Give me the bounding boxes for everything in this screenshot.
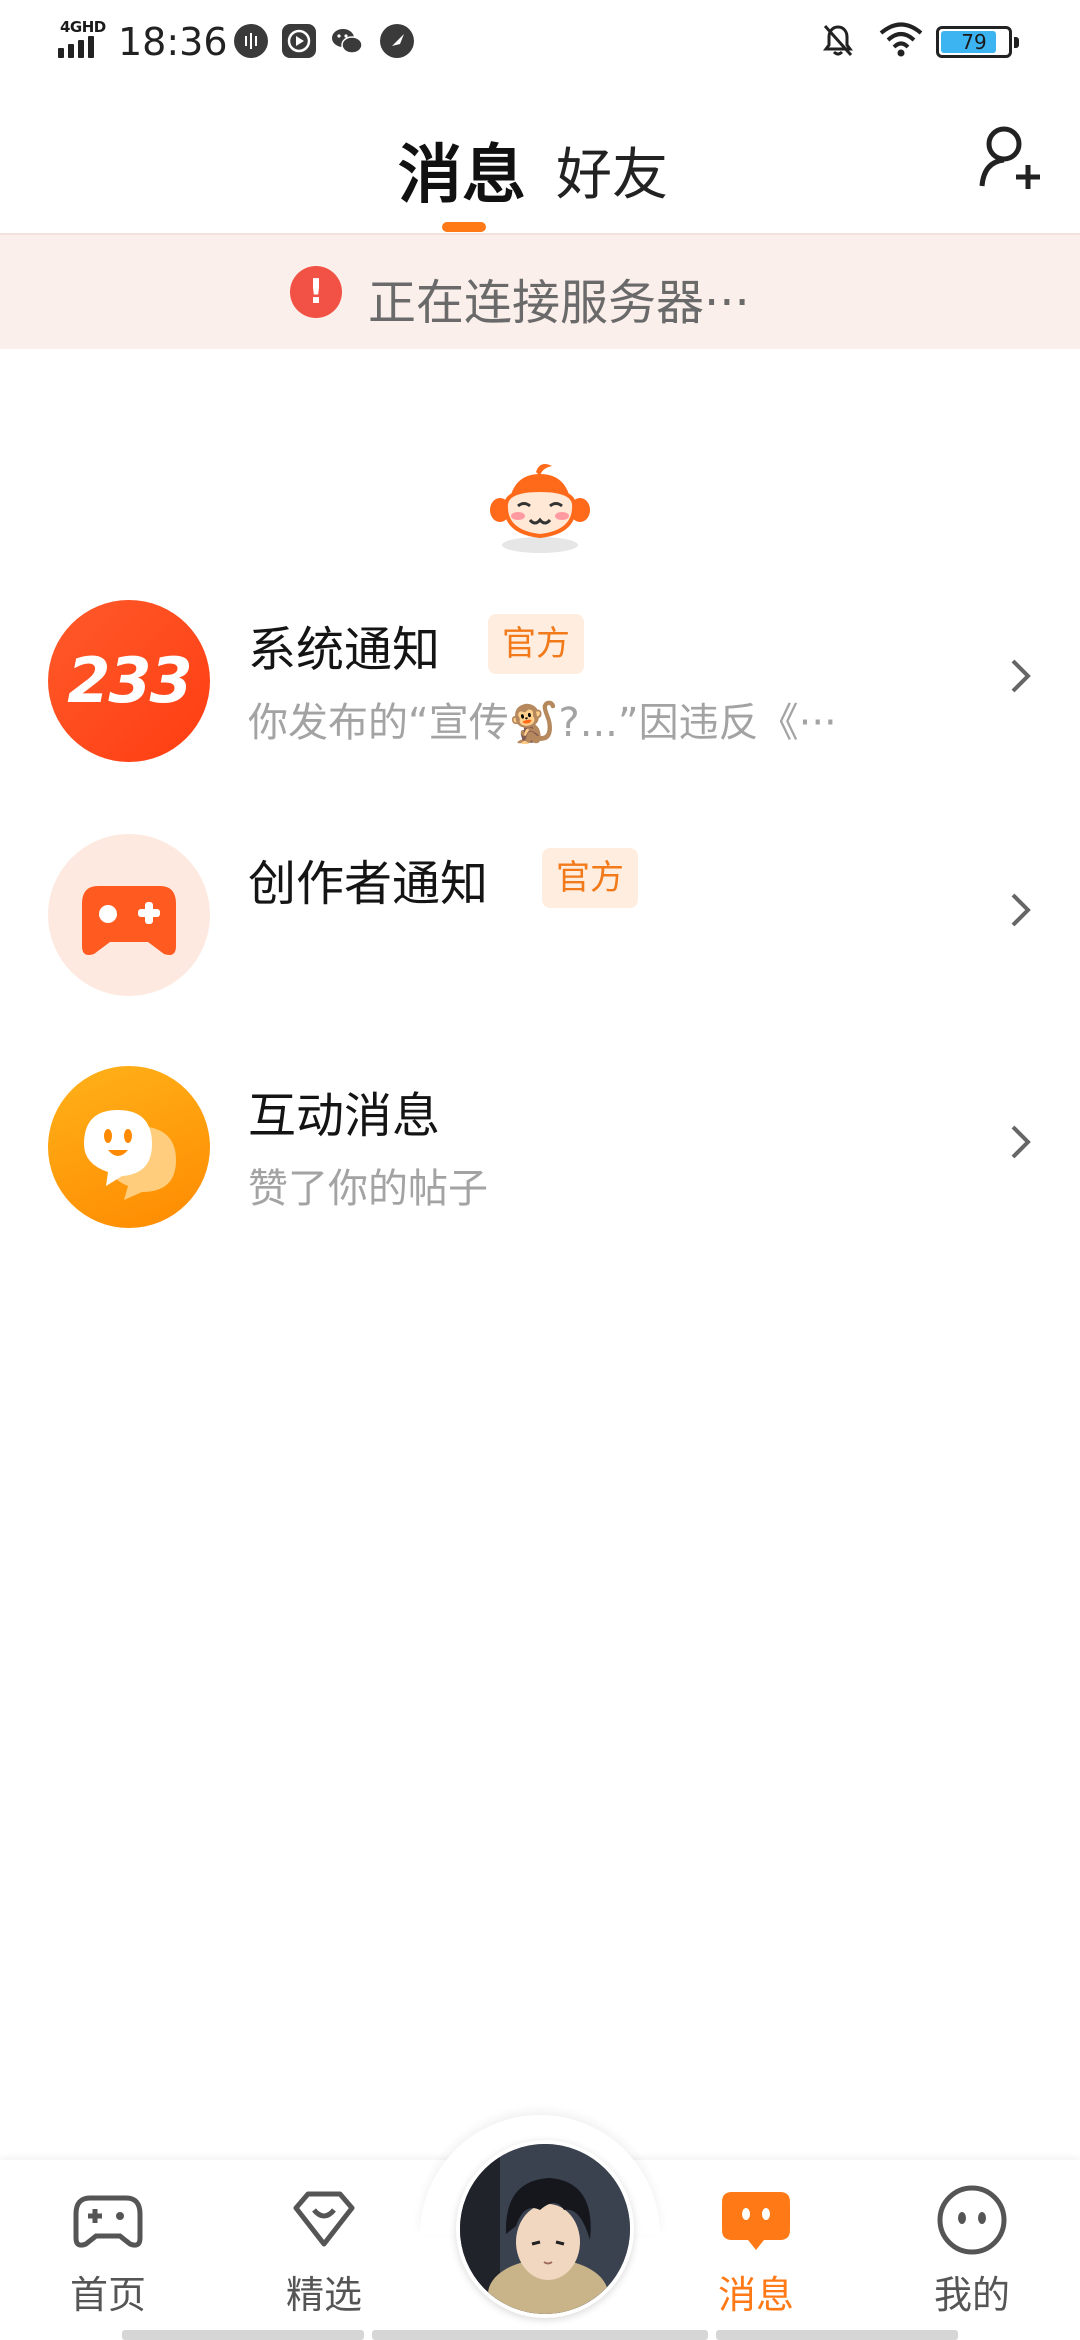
system-233-avatar: 233 <box>48 600 210 762</box>
chat-bubble-icon <box>722 2192 790 2250</box>
official-badge: 官方 <box>488 614 584 674</box>
battery-level: 79 <box>961 30 987 54</box>
list-item-preview: 赞了你的帖子 <box>248 1166 488 1212</box>
signal-icon: 4GHD <box>58 18 106 58</box>
list-item-interactions[interactable]: 互动消息 赞了你的帖子 <box>0 1036 1080 1236</box>
wifi-icon <box>879 22 923 57</box>
tab-friends[interactable]: 好友 <box>556 130 668 211</box>
chat-bubbles-icon <box>84 1110 176 1200</box>
nav-featured[interactable]: 精选 <box>254 2180 394 2320</box>
chevron-right-icon <box>1011 893 1031 927</box>
interaction-avatar <box>48 1066 210 1228</box>
user-avatar-center[interactable] <box>456 2140 634 2318</box>
wechat-icon <box>330 24 364 58</box>
heart-diamond-icon <box>293 2191 355 2247</box>
audio-app-icon <box>234 24 268 58</box>
smiley-face-icon <box>937 2185 1007 2255</box>
connection-banner: ! 正在连接服务器··· <box>0 235 1080 349</box>
battery-icon: 79 <box>936 26 1019 58</box>
gesture-bar-left <box>122 2330 364 2340</box>
creator-avatar <box>48 834 210 996</box>
nav-profile[interactable]: 我的 <box>902 2180 1042 2320</box>
game-controller-icon <box>82 886 176 955</box>
tab-messages[interactable]: 消息 <box>398 124 526 216</box>
list-item-preview: 你发布的“宣传🐒?...”因违反《··· <box>248 700 837 746</box>
compass-app-icon <box>380 24 414 58</box>
list-item-system-notice[interactable]: 233 系统通知 官方 你发布的“宣传🐒?...”因违反《··· <box>0 570 1080 770</box>
network-type: 4GHD <box>60 18 106 36</box>
nav-label: 消息 <box>717 2273 794 2317</box>
banner-text: 正在连接服务器··· <box>368 275 750 331</box>
official-badge: 官方 <box>542 848 638 908</box>
bell-muted-icon <box>823 24 853 57</box>
active-tab-indicator <box>442 222 486 232</box>
monkey-mascot-icon <box>490 464 590 553</box>
list-item-title: 系统通知 <box>248 622 441 678</box>
list-item-creator-notice[interactable]: 创作者通知 官方 <box>0 804 1080 1004</box>
top-header: 消息 好友 <box>0 84 1080 234</box>
nav-label: 精选 <box>285 2273 362 2317</box>
gamepad-icon <box>73 2195 143 2248</box>
video-app-icon <box>282 24 316 58</box>
gesture-bar-right <box>716 2330 958 2340</box>
anime-avatar-icon <box>460 2144 630 2314</box>
nav-label: 我的 <box>933 2273 1010 2317</box>
chevron-right-icon <box>1011 1125 1031 1159</box>
list-item-title: 互动消息 <box>248 1088 441 1144</box>
gesture-bar-center <box>372 2330 708 2340</box>
status-bar: 4GHD 18:36 79 <box>0 0 1080 84</box>
error-icon: ! <box>290 266 342 318</box>
person-plus-icon[interactable] <box>978 122 1042 192</box>
status-time: 18:36 <box>118 20 228 64</box>
nav-label: 首页 <box>69 2273 146 2317</box>
list-item-title: 创作者通知 <box>248 856 489 912</box>
chevron-right-icon <box>1011 659 1031 693</box>
nav-home[interactable]: 首页 <box>38 2180 178 2320</box>
nav-messages[interactable]: 消息 <box>686 2180 826 2320</box>
